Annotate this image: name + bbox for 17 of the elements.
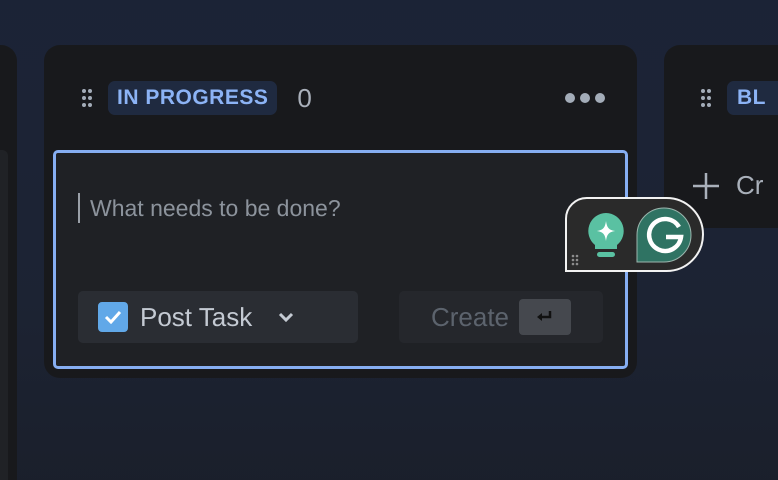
chevron-down-icon[interactable]: [278, 312, 294, 322]
drag-handle-icon[interactable]: [81, 88, 93, 108]
task-input-field[interactable]: What needs to be done?: [78, 193, 518, 223]
g-logo-icon[interactable]: [636, 206, 692, 262]
status-label: BL: [727, 81, 778, 115]
status-label: IN PROGRESS: [108, 81, 278, 115]
assistant-widget[interactable]: [565, 197, 704, 272]
post-task-button[interactable]: Post Task: [78, 291, 358, 343]
drag-handle-icon[interactable]: [571, 254, 579, 266]
plus-icon: [692, 172, 720, 200]
task-count: 0: [297, 82, 312, 114]
checkbox[interactable]: [98, 302, 128, 332]
lightbulb-icon[interactable]: [587, 212, 625, 258]
drag-handle-icon[interactable]: [700, 88, 712, 108]
add-card-link[interactable]: Cr: [692, 170, 764, 201]
enter-key-icon: [519, 299, 572, 335]
checkmark-icon: [104, 310, 122, 324]
